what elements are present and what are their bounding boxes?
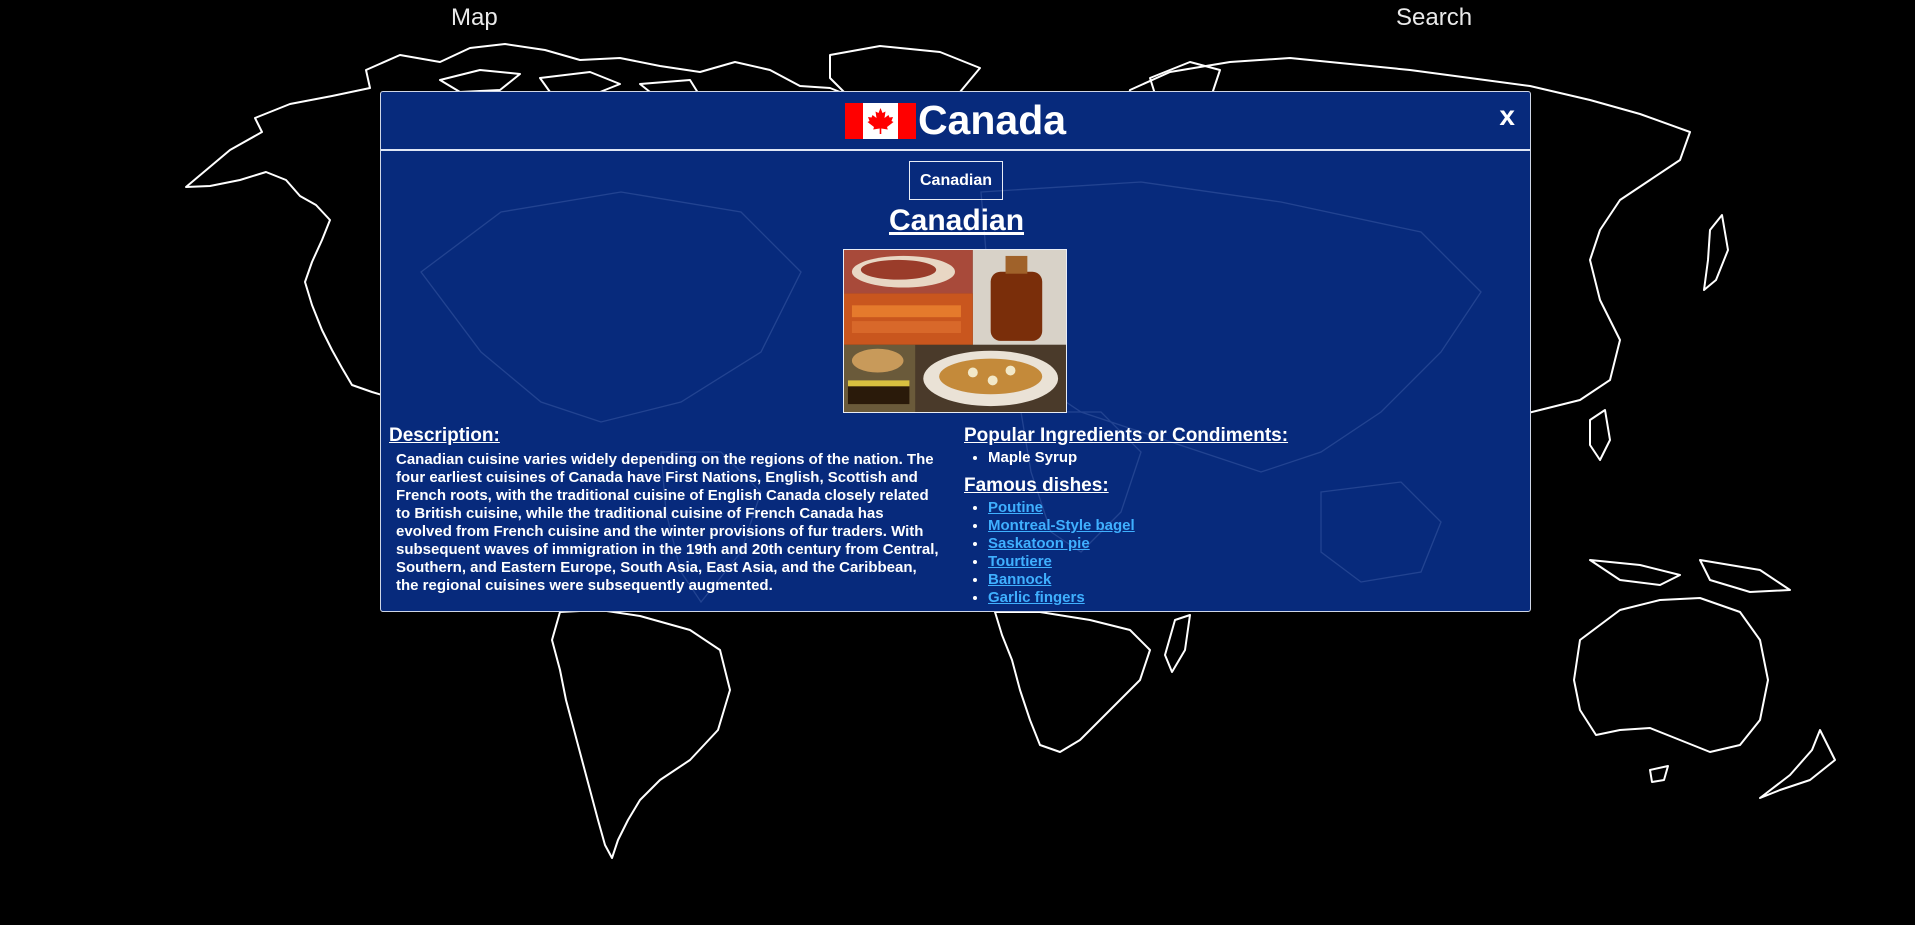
dishes-list: Poutine Montreal-Style bagel Saskatoon p… (964, 499, 1504, 607)
australia-outline[interactable] (1573, 597, 1769, 753)
dish-link-bannock[interactable]: Bannock (988, 571, 1051, 588)
dish-link-montreal-bagel[interactable]: Montreal-Style bagel (988, 517, 1135, 534)
ingredients-and-dishes: Popular Ingredients or Condiments: Maple… (964, 425, 1504, 611)
africa-outline[interactable] (994, 611, 1151, 753)
ingredients-list: Maple Syrup (964, 449, 1504, 467)
indonesia-outline[interactable] (1589, 559, 1791, 593)
japan-outline[interactable] (1703, 214, 1729, 291)
cuisine-title: Canadian (888, 204, 1025, 237)
dish-link-tourtiere[interactable]: Tourtiere (988, 553, 1052, 570)
ingredients-heading: Popular Ingredients or Condiments: (964, 425, 1289, 446)
tasmania-outline[interactable] (1649, 765, 1669, 783)
search-nav-link[interactable]: Search (1396, 4, 1472, 32)
philippines-outline[interactable] (1589, 409, 1611, 461)
dishes-heading: Famous dishes: (964, 475, 1109, 496)
description-heading: Description: (389, 425, 500, 446)
dish-link-saskatoon-pie[interactable]: Saskatoon pie (988, 535, 1090, 552)
cuisine-food-photo (843, 249, 1067, 413)
map-nav-link[interactable]: Map (451, 4, 498, 32)
close-button[interactable]: x (1499, 100, 1515, 132)
country-name-heading: Canada (917, 97, 1067, 143)
new-zealand-outline[interactable] (1759, 729, 1836, 799)
description-text: Canadian cuisine varies widely depending… (396, 451, 939, 594)
south-america-outline[interactable] (551, 609, 731, 859)
madagascar-outline[interactable] (1164, 614, 1191, 673)
canada-flag-icon (844, 102, 916, 139)
ingredient-item: Maple Syrup (988, 449, 1504, 467)
dish-link-garlic-fingers[interactable]: Garlic fingers (988, 589, 1085, 606)
modal-header: Canada x (381, 92, 1530, 151)
tab-canadian-cuisine[interactable]: Canadian (909, 161, 1003, 200)
dish-link-poutine[interactable]: Poutine (988, 499, 1043, 516)
country-modal: Canada x Canadian Canadian Description: … (380, 91, 1531, 612)
